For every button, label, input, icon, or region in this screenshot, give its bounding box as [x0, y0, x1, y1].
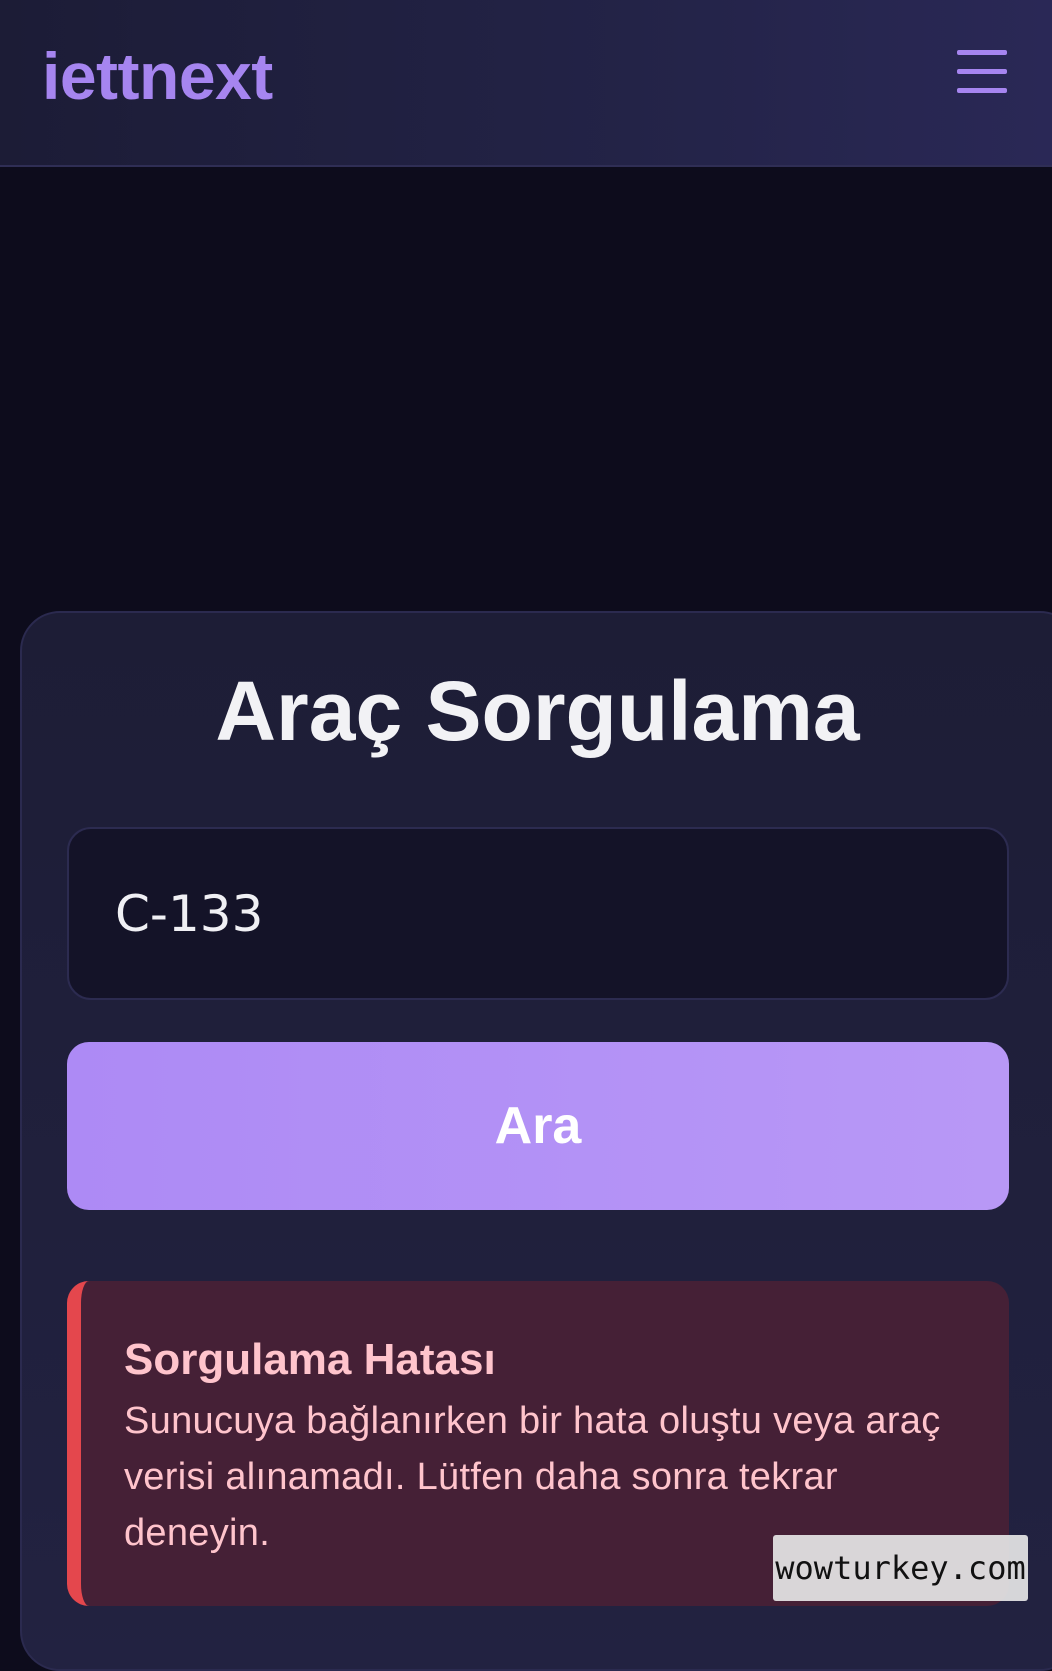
menu-line: [957, 88, 1007, 93]
hamburger-menu-icon[interactable]: [951, 46, 1007, 100]
top-navbar: iettnext: [0, 0, 1052, 167]
watermark: wowturkey.com: [773, 1535, 1028, 1601]
menu-line: [957, 69, 1007, 74]
brand-logo[interactable]: iettnext: [42, 36, 273, 116]
vehicle-search-input[interactable]: [67, 827, 1009, 1000]
page-title: Araç Sorgulama: [215, 664, 860, 758]
search-button[interactable]: Ara: [67, 1042, 1009, 1210]
menu-line: [957, 50, 1007, 55]
error-title: Sorgulama Hatası: [124, 1335, 496, 1384]
